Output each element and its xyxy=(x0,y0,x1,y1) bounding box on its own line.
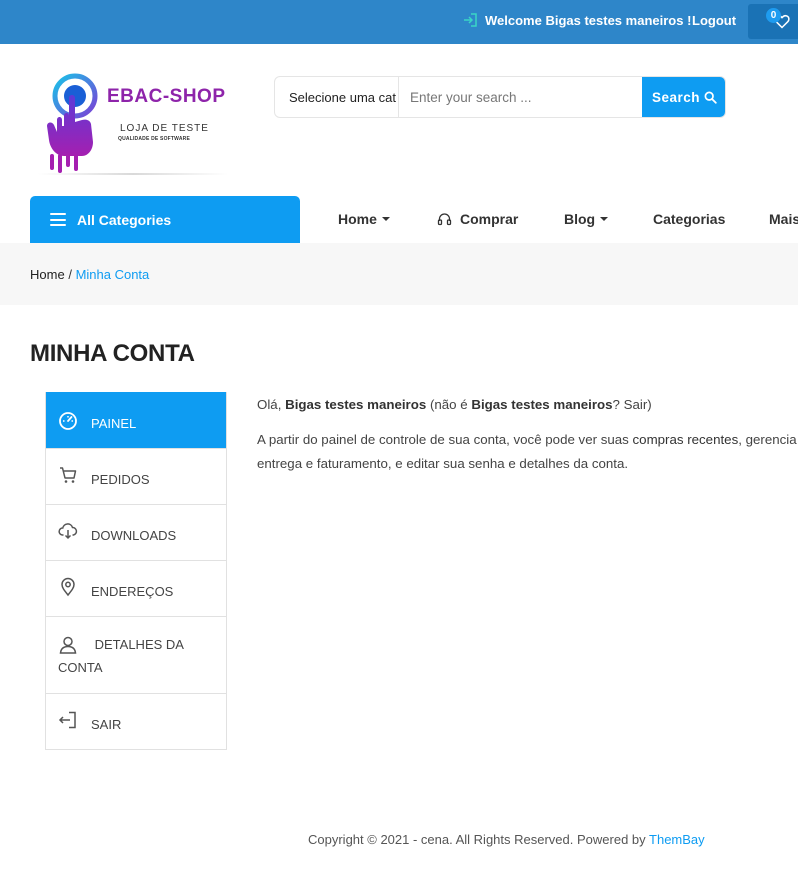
location-pin-icon xyxy=(61,577,75,597)
breadcrumb: Home / Minha Conta xyxy=(30,267,149,282)
nav-blog-label: Blog xyxy=(564,211,596,227)
logo-subtitle: LOJA DE TESTE xyxy=(120,123,209,134)
login-icon xyxy=(464,13,477,27)
caret-down-icon xyxy=(381,217,390,221)
site-logo[interactable]: EBAC-SHOP LOJA DE TESTE QUALIDADE DE SOF… xyxy=(38,70,233,180)
user-icon xyxy=(59,636,77,654)
account-nav-enderecos[interactable]: Endereços xyxy=(46,560,226,616)
intro-text: A partir do painel de controle de sua co… xyxy=(257,432,629,447)
category-select[interactable]: Selecione uma cat xyxy=(275,77,399,117)
breadcrumb-current: Minha Conta xyxy=(75,267,150,282)
greeting-prefix: Olá, xyxy=(257,397,282,412)
logo-brand-text: EBAC-SHOP xyxy=(107,86,226,107)
nav-categorias[interactable]: Categorias xyxy=(653,211,725,227)
nav-blog[interactable]: Blog xyxy=(564,211,609,227)
not-you-name: Bigas testes maneiros xyxy=(471,397,613,412)
account-nav-label: Painel xyxy=(91,416,137,431)
search-button[interactable]: Search xyxy=(642,77,725,117)
account-nav-detalhes[interactable]: Detalhes da conta xyxy=(46,616,226,693)
account-nav-downloads[interactable]: Downloads xyxy=(46,504,226,560)
cart-icon xyxy=(60,467,77,483)
account-nav-label: Downloads xyxy=(91,528,177,543)
nav-comprar-label: Comprar xyxy=(460,211,519,227)
nav-home[interactable]: Home xyxy=(338,211,390,227)
intro-line2: entrega e faturamento, e editar sua senh… xyxy=(257,456,629,471)
account-nav-label: Sair xyxy=(91,717,122,732)
search-input[interactable] xyxy=(399,77,642,117)
account-nav-sair[interactable]: Sair xyxy=(46,693,226,749)
nav-comprar[interactable]: Comprar xyxy=(437,211,518,227)
breadcrumb-separator: / xyxy=(68,267,72,282)
recent-orders-link[interactable]: compras recentes xyxy=(633,432,739,447)
headset-icon xyxy=(437,212,452,225)
logout-link[interactable]: Logout xyxy=(692,13,736,28)
nav-mais[interactable]: Mais xyxy=(769,211,798,227)
page-title: MINHA CONTA xyxy=(30,340,195,367)
logout-icon xyxy=(58,711,76,729)
not-you-prefix: (não é xyxy=(429,397,468,412)
manage-text: , gerencia xyxy=(738,432,797,447)
footer-copyright: Copyright © 2021 - cena. All Rights Rese… xyxy=(308,832,705,847)
dashboard-icon xyxy=(59,412,77,430)
account-nav-label: Pedidos xyxy=(91,472,150,487)
all-categories-button[interactable]: All Categories xyxy=(30,196,300,243)
breadcrumb-band: Home / Minha Conta xyxy=(0,243,798,305)
user-name: Bigas testes maneiros xyxy=(285,397,427,412)
search-bar: Selecione uma cat Search xyxy=(274,76,726,118)
logo-hand-icon xyxy=(47,73,98,173)
account-nav-pedidos[interactable]: Pedidos xyxy=(46,448,226,504)
nav-home-label: Home xyxy=(338,211,377,227)
search-icon xyxy=(704,91,717,104)
account-navigation: Painel Pedidos Downloads Endereços Detal… xyxy=(45,392,227,750)
breadcrumb-home[interactable]: Home xyxy=(30,267,65,282)
welcome-text: Welcome Bigas testes maneiros ! xyxy=(485,12,692,28)
all-categories-label: All Categories xyxy=(77,211,172,228)
logo-tagline: QUALIDADE DE SOFTWARE xyxy=(118,136,190,142)
account-nav-label: Endereços xyxy=(91,584,174,599)
wishlist-count-badge: 0 xyxy=(766,8,781,23)
top-bar: Welcome Bigas testes maneiros ! Logout 0 xyxy=(0,0,798,44)
copyright-text: Copyright © 2021 - cena. All Rights Rese… xyxy=(308,832,646,847)
thembay-link[interactable]: ThemBay xyxy=(649,832,705,847)
sair-link[interactable]: ? Sair) xyxy=(613,397,652,412)
caret-down-icon xyxy=(600,217,609,221)
nav-mais-label: Mais xyxy=(769,211,798,227)
nav-categorias-label: Categorias xyxy=(653,211,726,227)
hamburger-icon xyxy=(50,213,66,226)
dashboard-intro: A partir do painel de controle de sua co… xyxy=(257,428,798,476)
cloud-download-icon xyxy=(58,523,78,540)
welcome-message: Welcome Bigas testes maneiros ! xyxy=(462,12,691,28)
greeting: Olá, Bigas testes maneiros (não é Bigas … xyxy=(257,393,798,417)
search-button-label: Search xyxy=(651,89,701,105)
logo-underline xyxy=(38,173,228,175)
dashboard-content: Olá, Bigas testes maneiros (não é Bigas … xyxy=(257,393,798,487)
wishlist-button[interactable]: 0 xyxy=(748,4,798,39)
account-nav-painel[interactable]: Painel xyxy=(46,392,226,448)
